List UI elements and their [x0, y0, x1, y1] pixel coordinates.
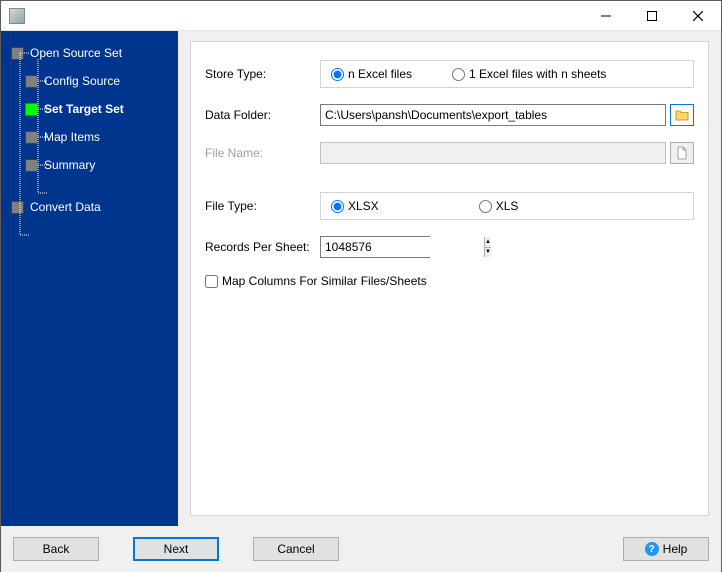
step-icon — [11, 47, 24, 60]
radio-input[interactable] — [479, 200, 492, 213]
sidebar-item-label: Summary — [44, 158, 95, 172]
store-type-label: Store Type: — [205, 67, 320, 81]
map-columns-checkbox[interactable] — [205, 275, 218, 288]
minimize-button[interactable] — [583, 1, 629, 31]
radio-1-excel-n-sheets[interactable]: 1 Excel files with n sheets — [452, 67, 606, 81]
titlebar — [1, 1, 721, 31]
radio-xls[interactable]: XLS — [479, 199, 519, 213]
radio-input[interactable] — [331, 68, 344, 81]
sidebar-item-open-source-set[interactable]: Open Source Set — [1, 39, 178, 67]
file-icon — [676, 146, 688, 160]
sidebar-item-label: Map Items — [44, 130, 100, 144]
file-type-group: XLSX XLS — [320, 192, 694, 220]
radio-label: 1 Excel files with n sheets — [469, 67, 606, 81]
sidebar-item-label: Open Source Set — [30, 46, 122, 60]
step-icon — [25, 131, 38, 144]
map-columns-checkbox-row[interactable]: Map Columns For Similar Files/Sheets — [205, 274, 694, 288]
data-folder-input[interactable] — [320, 104, 666, 126]
sidebar-item-config-source[interactable]: Config Source — [1, 67, 178, 95]
spinner-down-button[interactable]: ▼ — [485, 248, 491, 258]
records-per-sheet-label: Records Per Sheet: — [205, 240, 320, 254]
sidebar-item-label: Convert Data — [30, 200, 101, 214]
radio-label: XLS — [496, 199, 519, 213]
records-per-sheet-spinner[interactable]: ▲ ▼ — [320, 236, 430, 258]
step-icon — [25, 159, 38, 172]
button-label: Cancel — [277, 542, 314, 556]
app-icon — [9, 8, 25, 24]
step-icon — [25, 75, 38, 88]
records-per-sheet-input[interactable] — [321, 237, 484, 257]
browse-file-button — [670, 142, 694, 164]
sidebar-item-map-items[interactable]: Map Items — [1, 123, 178, 151]
radio-input[interactable] — [331, 200, 344, 213]
help-icon: ? — [645, 542, 659, 556]
button-label: Help — [663, 542, 688, 556]
sidebar-item-label: Set Target Set — [44, 102, 124, 116]
radio-label: XLSX — [348, 199, 379, 213]
file-name-label: File Name: — [205, 146, 320, 160]
maximize-button[interactable] — [629, 1, 675, 31]
back-button[interactable]: Back — [13, 537, 99, 561]
radio-input[interactable] — [452, 68, 465, 81]
next-button[interactable]: Next — [133, 537, 219, 561]
close-button[interactable] — [675, 1, 721, 31]
radio-n-excel-files[interactable]: n Excel files — [331, 67, 412, 81]
sidebar-item-summary[interactable]: Summary — [1, 151, 178, 179]
form-panel: Store Type: n Excel files 1 Excel files … — [190, 41, 709, 516]
main-panel: Store Type: n Excel files 1 Excel files … — [178, 31, 721, 526]
cancel-button[interactable]: Cancel — [253, 537, 339, 561]
sidebar-item-set-target-set[interactable]: Set Target Set — [1, 95, 178, 123]
wizard-sidebar: Open Source Set Config Source Set Target… — [1, 31, 178, 526]
step-icon — [25, 103, 38, 116]
folder-icon — [675, 109, 689, 121]
map-columns-label: Map Columns For Similar Files/Sheets — [222, 274, 427, 288]
footer: Back Next Cancel ? Help — [1, 526, 721, 572]
spinner-up-button[interactable]: ▲ — [485, 237, 491, 248]
button-label: Next — [164, 542, 189, 556]
button-label: Back — [43, 542, 70, 556]
radio-xlsx[interactable]: XLSX — [331, 199, 379, 213]
file-name-input — [320, 142, 666, 164]
file-type-label: File Type: — [205, 199, 320, 213]
sidebar-item-convert-data[interactable]: Convert Data — [1, 193, 178, 221]
step-icon — [11, 201, 24, 214]
store-type-group: n Excel files 1 Excel files with n sheet… — [320, 60, 694, 88]
help-button[interactable]: ? Help — [623, 537, 709, 561]
data-folder-label: Data Folder: — [205, 108, 320, 122]
sidebar-item-label: Config Source — [44, 74, 120, 88]
radio-label: n Excel files — [348, 67, 412, 81]
browse-folder-button[interactable] — [670, 104, 694, 126]
